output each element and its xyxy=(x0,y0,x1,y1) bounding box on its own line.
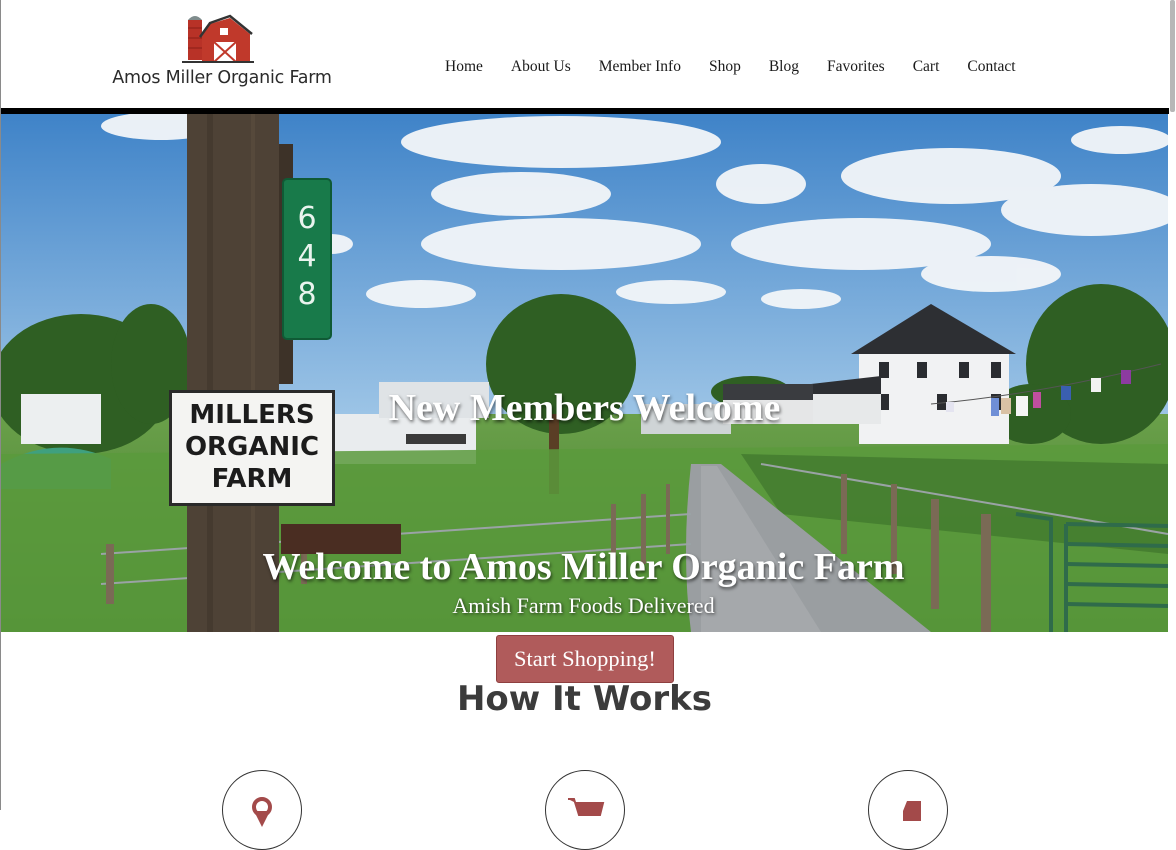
nav-shop[interactable]: Shop xyxy=(695,57,755,77)
nav-favorites[interactable]: Favorites xyxy=(813,57,899,77)
step-delivery xyxy=(868,770,948,850)
sign-line: ORGANIC xyxy=(184,432,320,462)
nav-home[interactable]: Home xyxy=(431,57,497,77)
address-digit: 4 xyxy=(297,239,317,274)
scrollbar-thumb[interactable] xyxy=(1170,0,1175,112)
address-digit: 6 xyxy=(297,201,317,236)
hero-heading: Welcome to Amos Miller Organic Farm xyxy=(262,546,905,588)
map-pin-icon xyxy=(252,797,272,827)
delivery-truck-icon xyxy=(903,801,921,821)
nav-cart[interactable]: Cart xyxy=(899,57,954,77)
hero-subheading: Amish Farm Foods Delivered xyxy=(452,593,715,618)
scrollbar[interactable] xyxy=(1169,0,1176,810)
logo-text: Amos Miller Organic Farm xyxy=(112,68,332,88)
nav-member-info[interactable]: Member Info xyxy=(585,57,695,77)
site-logo[interactable]: Amos Miller Organic Farm xyxy=(112,12,332,96)
nav-contact[interactable]: Contact xyxy=(953,57,1029,77)
step-location xyxy=(222,770,302,850)
hero-overlay-title: New Members Welcome xyxy=(388,387,781,429)
barn-logo-icon xyxy=(182,14,254,63)
sign-line: FARM xyxy=(211,464,293,494)
how-it-works-title: How It Works xyxy=(456,679,713,719)
main-nav: Home About Us Member Info Shop Blog Favo… xyxy=(431,57,1030,77)
start-shopping-button[interactable]: Start Shopping! xyxy=(496,635,674,683)
step-shop xyxy=(545,770,625,850)
address-digit: 8 xyxy=(297,277,317,312)
site-header: Amos Miller Organic Farm Home About Us M… xyxy=(0,0,1169,108)
address-marker: 6 4 8 xyxy=(282,178,332,340)
nav-about-us[interactable]: About Us xyxy=(497,57,585,77)
nav-blog[interactable]: Blog xyxy=(755,57,813,77)
shopping-cart-icon xyxy=(568,798,605,816)
